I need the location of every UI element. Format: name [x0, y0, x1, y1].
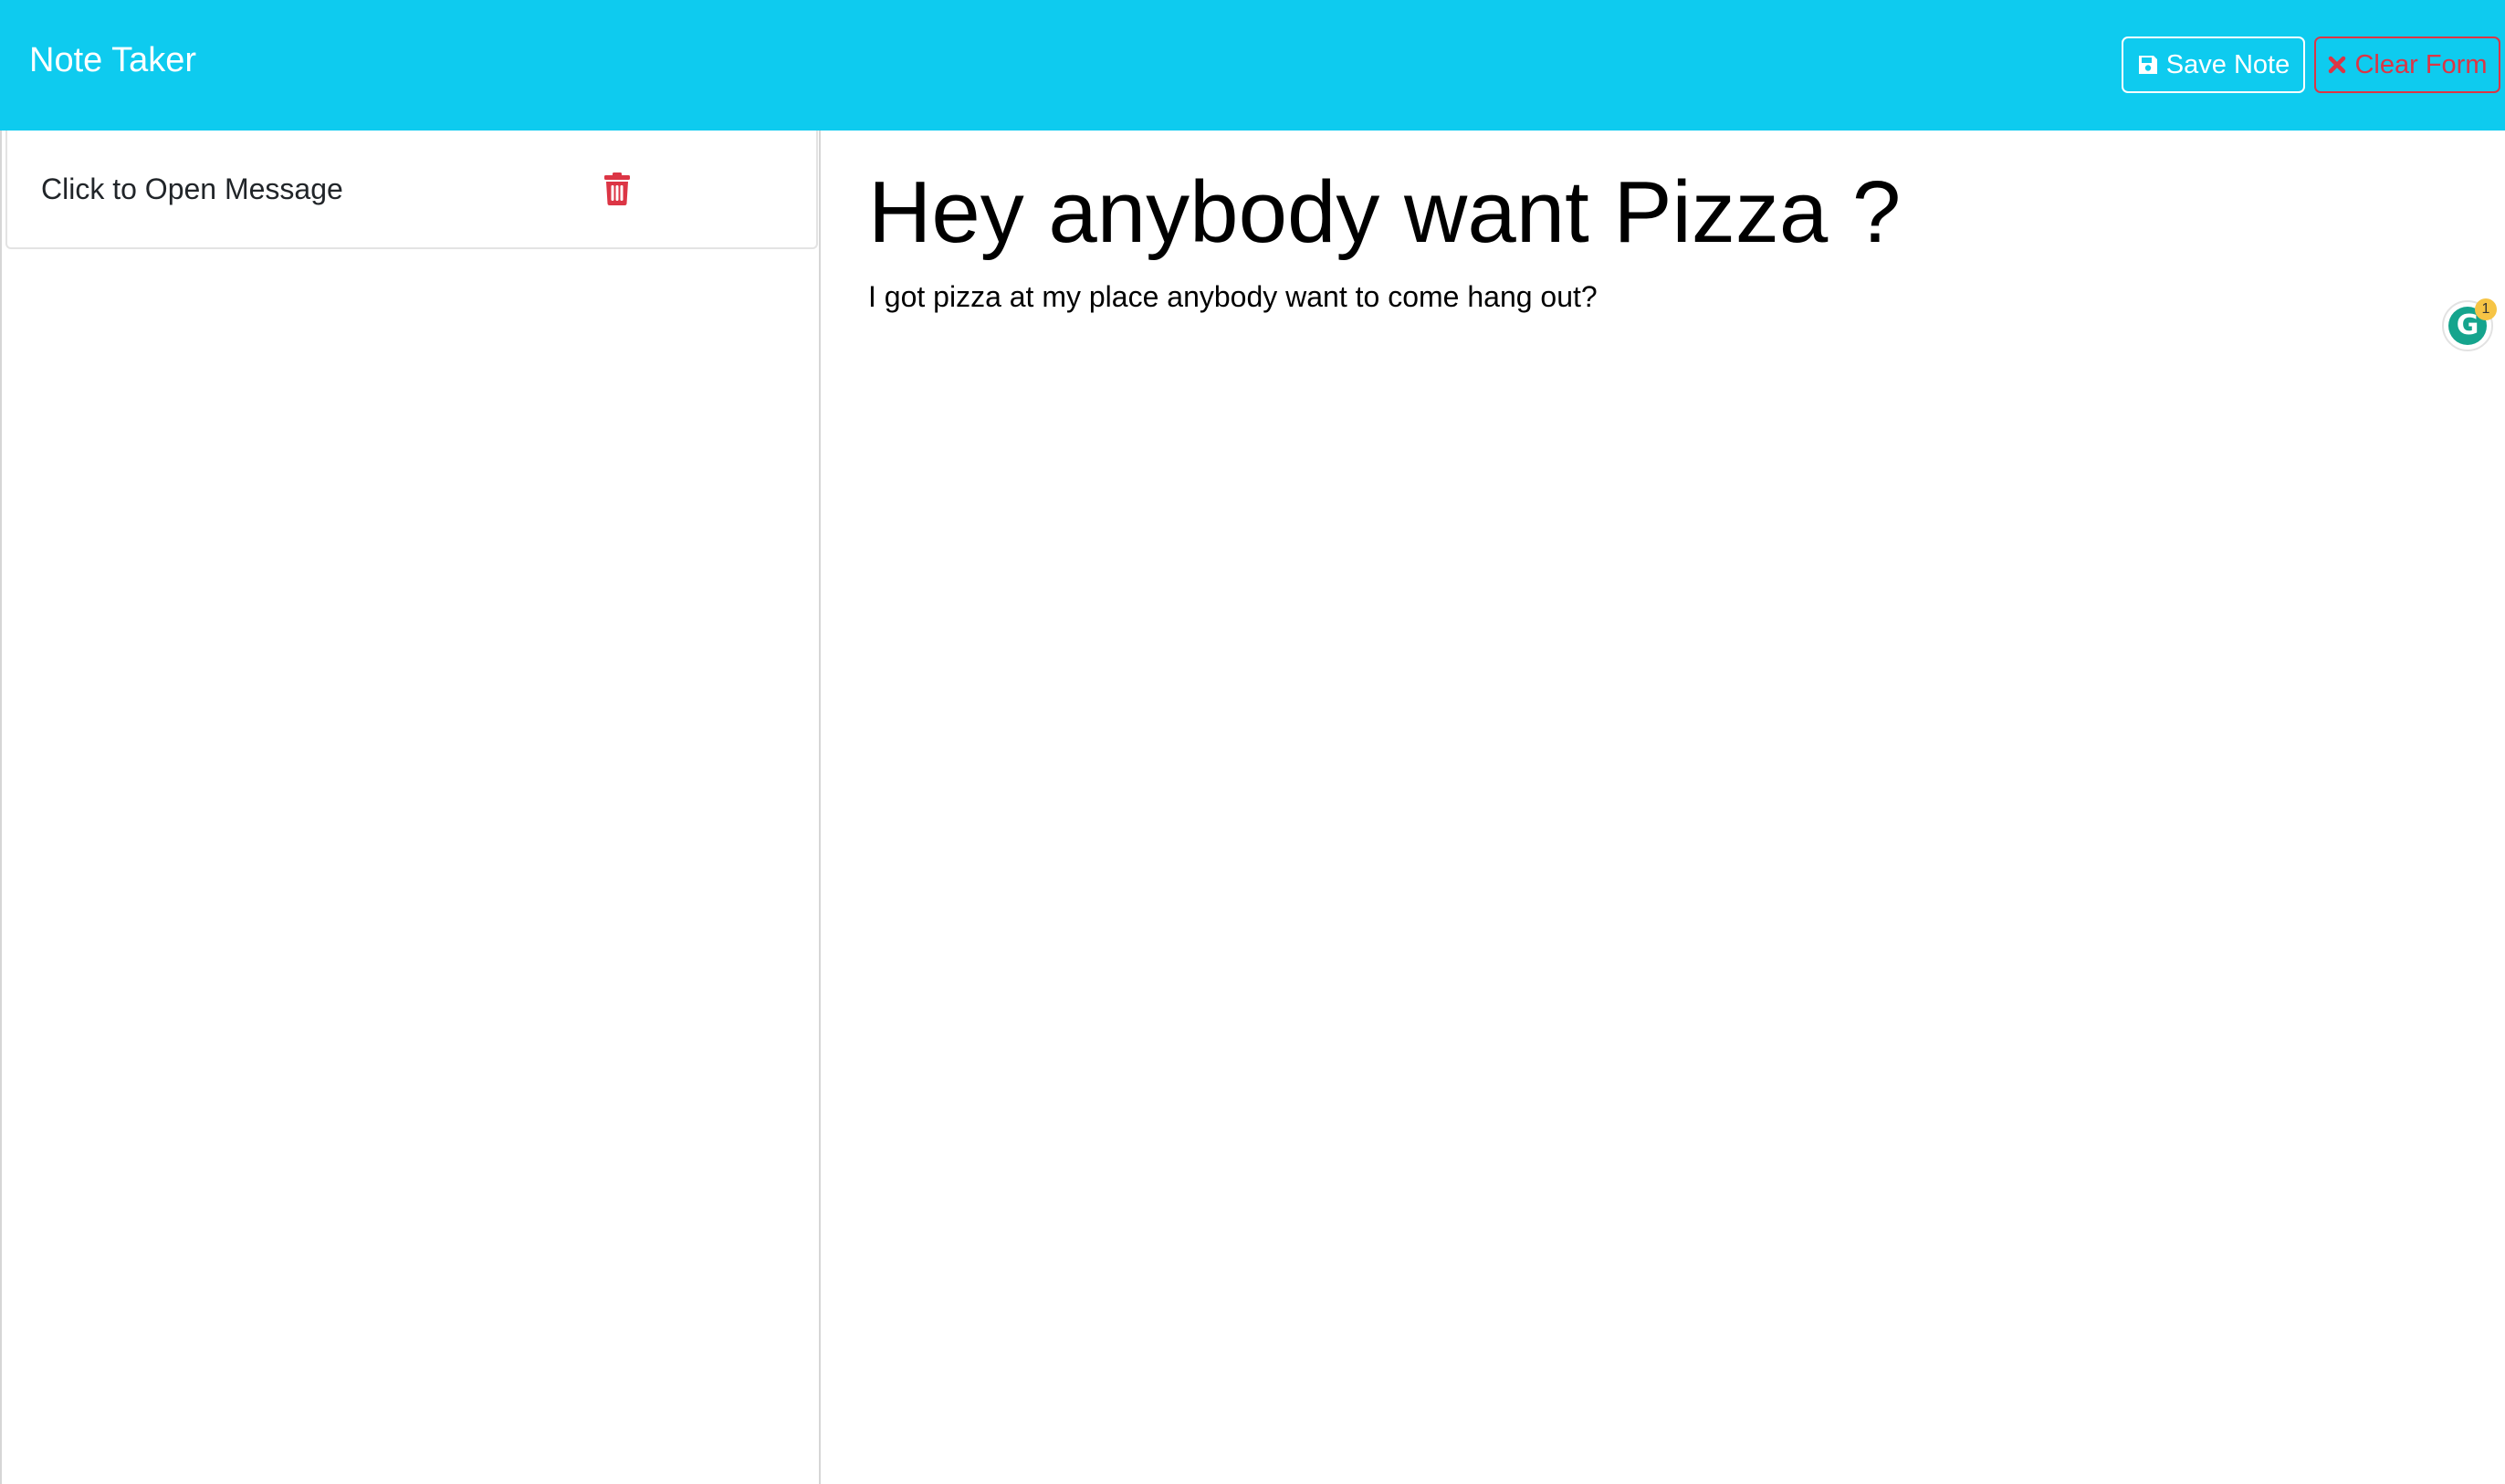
floppy-disk-icon	[2137, 54, 2159, 76]
save-note-button[interactable]: Save Note	[2122, 37, 2305, 93]
grammarly-widget[interactable]: G 1	[2442, 298, 2497, 351]
trash-icon[interactable]	[597, 169, 637, 209]
clear-form-label: Clear Form	[2354, 49, 2488, 79]
save-note-label: Save Note	[2165, 49, 2290, 79]
grammarly-badge: 1	[2475, 298, 2497, 320]
notes-list-panel: Click to Open Message	[0, 131, 821, 1484]
x-icon	[2327, 55, 2347, 75]
list-item[interactable]: Click to Open Message	[5, 131, 818, 249]
navbar: Note Taker Save Note Clear Form	[0, 0, 2505, 131]
note-title-input[interactable]: Hey anybody want Pizza ?	[868, 158, 2420, 267]
note-editor: Hey anybody want Pizza ? I got pizza at …	[821, 131, 2505, 1484]
clear-form-button[interactable]: Clear Form	[2314, 37, 2500, 93]
list-item-title[interactable]: Click to Open Message	[41, 170, 343, 208]
note-text-area[interactable]: I got pizza at my place anybody want to …	[868, 277, 2420, 317]
app-brand[interactable]: Note Taker	[29, 35, 196, 86]
